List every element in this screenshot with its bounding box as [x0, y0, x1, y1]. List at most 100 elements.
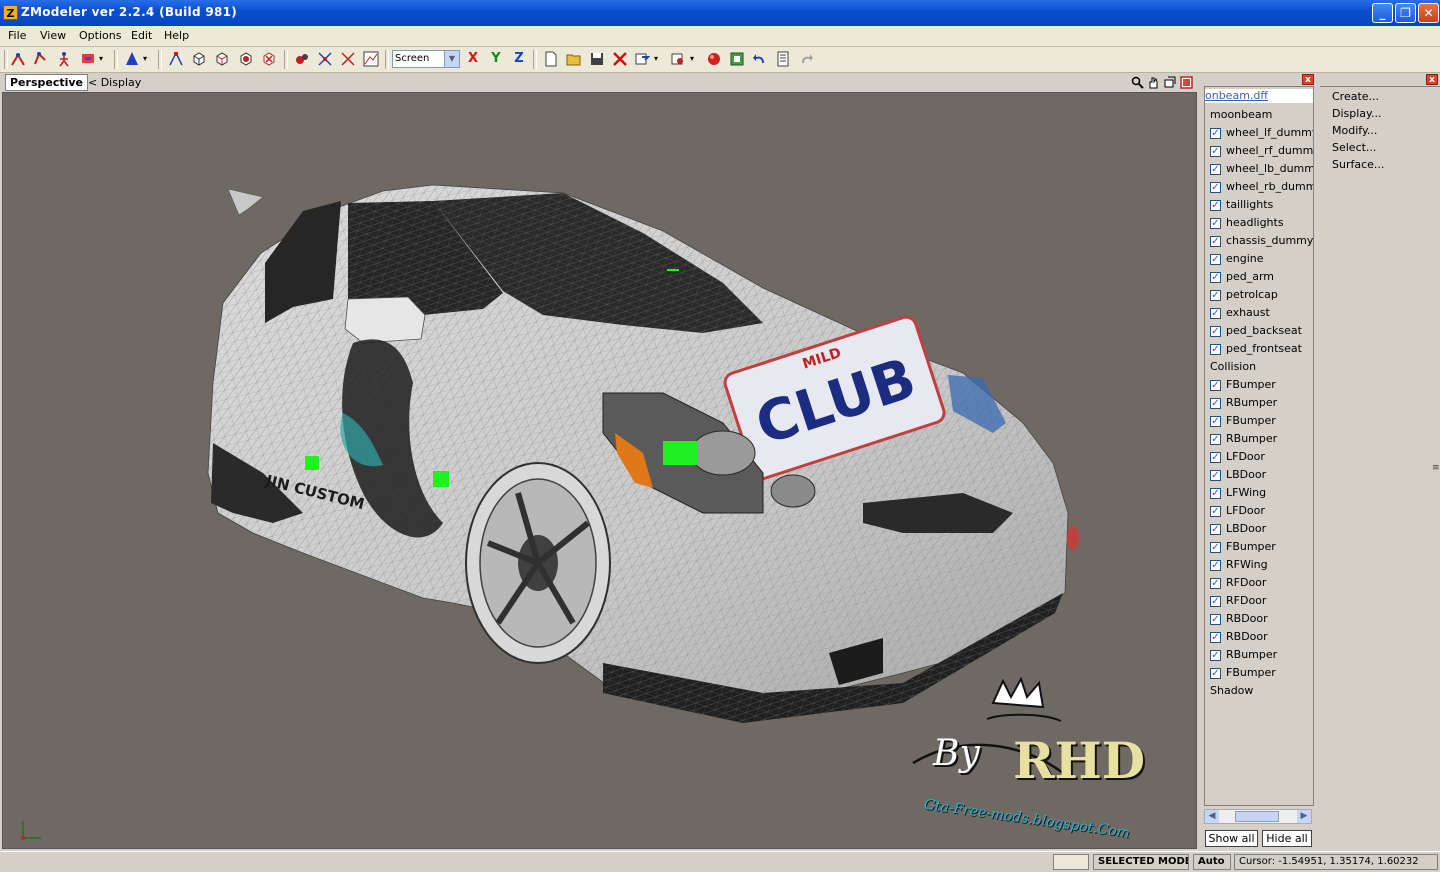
cut-icon[interactable]: [340, 51, 356, 67]
select-menu-item[interactable]: Select...: [1332, 141, 1376, 154]
visibility-checkbox[interactable]: ✓: [1210, 542, 1221, 553]
visibility-checkbox[interactable]: ✓: [1210, 128, 1221, 139]
status-snap[interactable]: Auto: [1193, 854, 1231, 870]
visibility-checkbox[interactable]: ✓: [1210, 272, 1221, 283]
dropdown-arrow-icon[interactable]: ▾: [690, 51, 698, 67]
visibility-checkbox[interactable]: ✓: [1210, 200, 1221, 211]
tree-node[interactable]: ✓ FBumper: [1205, 538, 1313, 556]
close-icon[interactable]: x: [1302, 74, 1314, 85]
tree-group-node[interactable]: Shadow: [1205, 682, 1313, 700]
visibility-checkbox[interactable]: ✓: [1210, 668, 1221, 679]
visibility-checkbox[interactable]: ✓: [1210, 182, 1221, 193]
vertex-select-icon[interactable]: [168, 51, 184, 67]
open-folder-icon[interactable]: [566, 51, 582, 67]
scene-tree[interactable]: onbeam.dff moonbeam ✓ wheel_lf_dummy ✓ whee…: [1204, 86, 1314, 806]
visibility-checkbox[interactable]: ✓: [1210, 560, 1221, 571]
maximize-viewport-icon[interactable]: [1180, 76, 1193, 89]
graph-icon[interactable]: [363, 51, 379, 67]
tree-node[interactable]: ✓ headlights: [1205, 214, 1313, 232]
visibility-checkbox[interactable]: ✓: [1210, 416, 1221, 427]
pan-hand-icon[interactable]: [1147, 76, 1160, 89]
menu-help[interactable]: Help: [164, 29, 189, 42]
tree-node[interactable]: ✓ RFDoor: [1205, 592, 1313, 610]
visibility-checkbox[interactable]: ✓: [1210, 398, 1221, 409]
visibility-checkbox[interactable]: ✓: [1210, 380, 1221, 391]
display-menu-item[interactable]: Display...: [1332, 107, 1381, 120]
tree-node[interactable]: ✓ RBumper: [1205, 430, 1313, 448]
dropdown-arrow-icon[interactable]: ▾: [654, 51, 662, 67]
tree-node[interactable]: ✓ FBumper: [1205, 376, 1313, 394]
split-icon[interactable]: [317, 51, 333, 67]
visibility-checkbox[interactable]: ✓: [1210, 578, 1221, 589]
dropdown-arrow-icon[interactable]: ▾: [143, 51, 151, 67]
tree-node[interactable]: ✓ RFWing: [1205, 556, 1313, 574]
tree-node[interactable]: ✓ wheel_lb_dummy: [1205, 160, 1313, 178]
tree-file-node[interactable]: onbeam.dff: [1205, 89, 1313, 103]
app-icon[interactable]: Z: [3, 5, 18, 20]
tree-node[interactable]: ✓ taillights: [1205, 196, 1313, 214]
redo-icon[interactable]: [798, 51, 814, 67]
cube-delete-icon[interactable]: [261, 51, 277, 67]
delete-icon[interactable]: [612, 51, 628, 67]
tree-node[interactable]: ✓ exhaust: [1205, 304, 1313, 322]
menu-edit[interactable]: Edit: [131, 29, 152, 42]
tree-node[interactable]: ✓ wheel_rf_dummy: [1205, 142, 1313, 160]
texture-icon[interactable]: [729, 51, 745, 67]
pick-tool-icon[interactable]: [80, 51, 96, 67]
visibility-checkbox[interactable]: ✓: [1210, 254, 1221, 265]
tree-node[interactable]: ✓ RBumper: [1205, 394, 1313, 412]
visibility-checkbox[interactable]: ✓: [1210, 632, 1221, 643]
close-button[interactable]: ✕: [1418, 3, 1439, 23]
tree-node[interactable]: ✓ LBDoor: [1205, 520, 1313, 538]
show-all-button[interactable]: Show all: [1205, 830, 1258, 847]
display-breadcrumb[interactable]: < Display: [88, 76, 141, 89]
tree-node[interactable]: ✓ RBumper: [1205, 646, 1313, 664]
menu-view[interactable]: View: [40, 29, 66, 42]
object-select-icon[interactable]: [238, 51, 254, 67]
axis-y-button[interactable]: Y: [488, 51, 504, 67]
tree-node[interactable]: ✓ RBDoor: [1205, 628, 1313, 646]
maximize-button[interactable]: ❐: [1395, 3, 1416, 23]
render-icon[interactable]: [706, 51, 722, 67]
tree-horizontal-scrollbar[interactable]: ◀ ▶: [1204, 809, 1312, 824]
chevron-down-icon[interactable]: ▼: [444, 51, 459, 67]
visibility-checkbox[interactable]: ✓: [1210, 596, 1221, 607]
cube-select-icon[interactable]: [214, 51, 230, 67]
tree-node[interactable]: ✓ wheel_rb_dummy: [1205, 178, 1313, 196]
tree-node[interactable]: ✓ LFDoor: [1205, 448, 1313, 466]
scroll-left-arrow-icon[interactable]: ◀: [1205, 810, 1219, 823]
fit-view-icon[interactable]: [1163, 76, 1176, 89]
tree-node[interactable]: ✓ LBDoor: [1205, 466, 1313, 484]
menu-options[interactable]: Options: [79, 29, 121, 42]
panel-splitter-grip-icon[interactable]: ≡: [1432, 463, 1440, 473]
visibility-checkbox[interactable]: ✓: [1210, 308, 1221, 319]
visibility-checkbox[interactable]: ✓: [1210, 524, 1221, 535]
move-tool-icon[interactable]: [10, 51, 26, 67]
tree-node[interactable]: ✓ LFDoor: [1205, 502, 1313, 520]
visibility-checkbox[interactable]: ✓: [1210, 344, 1221, 355]
tree-node[interactable]: ✓ chassis_dummy: [1205, 232, 1313, 250]
close-icon[interactable]: x: [1426, 74, 1438, 85]
tree-node[interactable]: ✓ ped_frontseat: [1205, 340, 1313, 358]
undo-icon[interactable]: [752, 51, 768, 67]
modify-menu-item[interactable]: Modify...: [1332, 124, 1377, 137]
hide-all-button[interactable]: Hide all: [1262, 830, 1312, 847]
visibility-checkbox[interactable]: ✓: [1210, 614, 1221, 625]
tree-node[interactable]: ✓ ped_arm: [1205, 268, 1313, 286]
new-file-icon[interactable]: [543, 51, 559, 67]
tree-group-node[interactable]: Collision: [1205, 358, 1313, 376]
axis-z-button[interactable]: Z: [511, 51, 527, 67]
perspective-tab[interactable]: Perspective: [5, 74, 89, 91]
tree-node[interactable]: ✓ FBumper: [1205, 664, 1313, 682]
visibility-checkbox[interactable]: ✓: [1210, 164, 1221, 175]
save-icon[interactable]: [589, 51, 605, 67]
visibility-checkbox[interactable]: ✓: [1210, 650, 1221, 661]
view-mode-select[interactable]: Screen ▼: [392, 50, 460, 68]
tree-root-node[interactable]: moonbeam: [1205, 106, 1313, 124]
visibility-checkbox[interactable]: ✓: [1210, 146, 1221, 157]
visibility-checkbox[interactable]: ✓: [1210, 506, 1221, 517]
visibility-checkbox[interactable]: ✓: [1210, 434, 1221, 445]
toolbar-grip[interactable]: [4, 50, 8, 69]
tree-node[interactable]: ✓ LFWing: [1205, 484, 1313, 502]
visibility-checkbox[interactable]: ✓: [1210, 236, 1221, 247]
